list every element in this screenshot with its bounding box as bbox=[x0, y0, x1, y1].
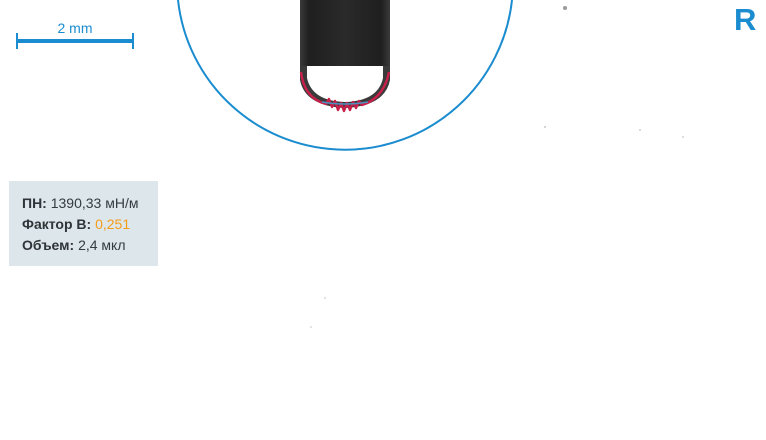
scale-bar: 2 mm bbox=[16, 18, 134, 52]
dust-speck bbox=[310, 326, 312, 328]
dust-speck bbox=[324, 297, 326, 299]
result-label: Объем: bbox=[22, 237, 75, 253]
result-row-b-factor: Фактор B: 0,251 bbox=[22, 214, 158, 235]
dust-speck bbox=[563, 6, 567, 10]
scale-bar-tick-right bbox=[132, 33, 134, 49]
result-value: 2,4 мкл bbox=[78, 237, 126, 253]
dust-speck bbox=[682, 136, 684, 138]
drop-analysis-view: 2 mm R ПН: 1390,33 мН/м Фактор B: 0,251 … bbox=[0, 0, 766, 440]
result-label: Фактор B: bbox=[22, 216, 92, 232]
scale-bar-label: 2 mm bbox=[57, 20, 93, 36]
result-value: 0,251 bbox=[95, 216, 131, 232]
needle bbox=[300, 0, 390, 66]
scale-bar-line bbox=[16, 39, 134, 43]
dust-speck bbox=[544, 126, 546, 128]
results-panel: ПН: 1390,33 мН/м Фактор B: 0,251 Объем: … bbox=[9, 181, 158, 266]
side-indicator: R bbox=[734, 2, 757, 37]
result-label: ПН: bbox=[22, 195, 47, 211]
result-row-surface-tension: ПН: 1390,33 мН/м bbox=[22, 193, 158, 214]
result-row-volume: Объем: 2,4 мкл bbox=[22, 235, 158, 256]
result-value: 1390,33 мН/м bbox=[50, 195, 139, 211]
dust-speck bbox=[639, 129, 641, 131]
